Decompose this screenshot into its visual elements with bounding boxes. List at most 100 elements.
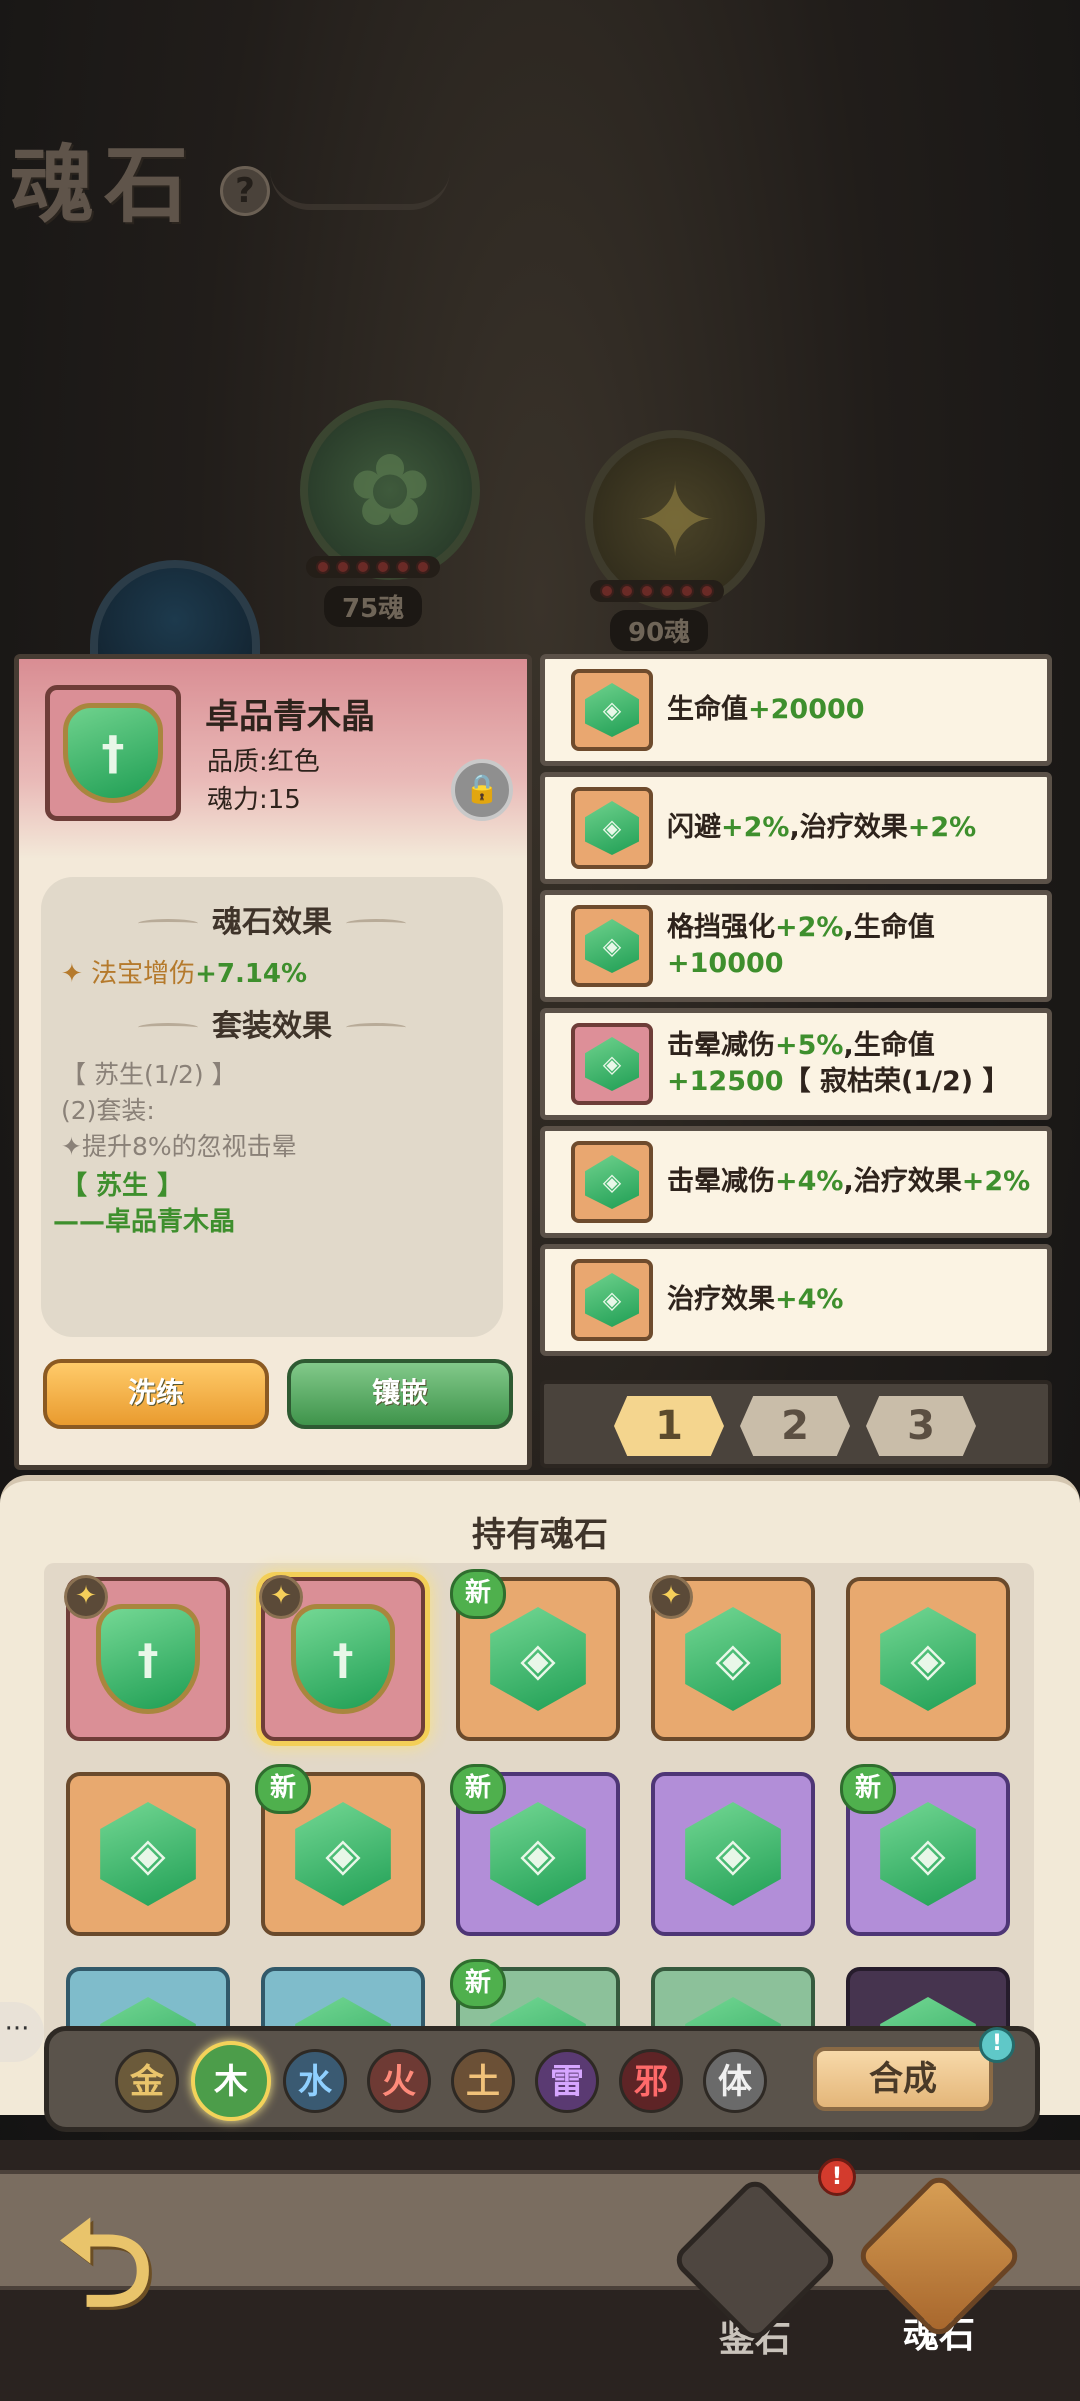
soul-dot — [700, 584, 714, 598]
stat-gem-icon: ◈ — [571, 1141, 653, 1223]
green-gem-icon: ◈ — [295, 1802, 391, 1906]
stat-part: ,治疗效果 — [843, 1166, 962, 1197]
inventory-slot[interactable]: ◈新 — [450, 1569, 620, 1741]
element-filter-2[interactable]: 水 — [283, 2049, 347, 2113]
inventory-panel: 持有魂石 †✦†✦◈新◈✦◈◈◈新◈新◈◈新◈◈◈新◈◈ — [0, 1475, 1080, 2115]
stat-part: +2% — [961, 1166, 1031, 1197]
inventory-title: 持有魂石 — [472, 1515, 608, 1555]
element-filter-0[interactable]: 金 — [115, 2049, 179, 2113]
green-gem-icon: ◈ — [490, 1802, 586, 1906]
inventory-slot[interactable]: † ✦ — [64, 1575, 230, 1741]
soulstone-power: 魂力:15 — [207, 785, 301, 815]
stat-part: +4% — [775, 1284, 844, 1315]
stat-text: 生命值+20000 — [667, 659, 1037, 761]
stat-part: +5% — [775, 1030, 844, 1061]
stat-text: 格挡强化+2%,生命值 +10000 — [667, 895, 1037, 997]
refine-button[interactable]: 洗练 — [43, 1359, 269, 1429]
inventory-slot[interactable]: ◈新 — [255, 1764, 425, 1936]
page-button-2[interactable]: 2 — [740, 1396, 850, 1456]
inlay-button[interactable]: 镶嵌 — [287, 1359, 513, 1429]
soul-dot — [660, 584, 674, 598]
lock-icon[interactable]: 🔒 — [451, 759, 513, 821]
nav-alert-badge: ! — [818, 2158, 856, 2196]
green-gem-icon: ◈ — [585, 1037, 639, 1091]
set-name-green: 【 苏生 】 — [61, 1171, 184, 1201]
element-filter-4[interactable]: 土 — [451, 2049, 515, 2113]
green-gem-icon: ◈ — [490, 1607, 586, 1711]
set-desc-line: ✦提升8%的忽视击晕 — [61, 1132, 297, 1161]
green-gem-icon: ◈ — [585, 1273, 639, 1327]
element-filter-1[interactable]: 木 — [191, 2041, 271, 2121]
new-badge: 新 — [450, 1569, 506, 1619]
stat-part: +4% — [775, 1166, 844, 1197]
inventory-slot[interactable]: ◈新 — [450, 1764, 620, 1936]
green-gem-icon: ◈ — [585, 1155, 639, 1209]
decorative-swirl — [270, 170, 450, 210]
stat-part: 治疗效果 — [667, 1284, 775, 1315]
stat-card: ◈ 击晕减伤+4%,治疗效果+2% — [540, 1126, 1052, 1238]
soul-dot — [416, 560, 430, 574]
page-button-1[interactable]: 1 — [614, 1396, 724, 1456]
stat-part: +10000 — [667, 948, 784, 979]
inventory-slot[interactable]: ◈ — [66, 1772, 230, 1936]
green-gem-icon: ◈ — [685, 1802, 781, 1906]
element-filter-6[interactable]: 邪 — [619, 2049, 683, 2113]
stat-part: +2% — [775, 912, 844, 943]
stat-gem-icon: ◈ — [571, 1023, 653, 1105]
effect-name: 法宝增伤 — [91, 959, 196, 989]
element-filter-7[interactable]: 体 — [703, 2049, 767, 2113]
new-badge: 新 — [450, 1764, 506, 1814]
stat-part: +2% — [721, 812, 790, 843]
stat-text: 闪避+2%,治疗效果+2% — [667, 777, 1037, 879]
effect-line: ✦ 法宝增伤+7.14% — [61, 959, 308, 989]
soul-dot — [640, 584, 654, 598]
set-title: 套装效果 — [41, 1001, 503, 1045]
stat-part: 击晕减伤 — [667, 1166, 775, 1197]
new-badge: 新 — [450, 1959, 506, 2009]
sword-shield-gem-icon: † — [96, 1604, 200, 1714]
stat-part: 击晕减伤 — [667, 1030, 775, 1061]
nav-soulstone[interactable]: 魂石 — [854, 2171, 1024, 2358]
green-gem-icon: ◈ — [685, 1607, 781, 1711]
element-filter-5[interactable]: 雷 — [535, 2049, 599, 2113]
stat-gem-icon: ◈ — [571, 669, 653, 751]
inventory-slot[interactable]: ◈ — [651, 1772, 815, 1936]
new-badge: 新 — [255, 1764, 311, 1814]
inventory-slot[interactable]: † ✦ — [259, 1575, 425, 1741]
back-arrow-icon[interactable]: ⮌ — [30, 2190, 180, 2340]
set-name: 【 苏生(1/2) 】 — [61, 1060, 237, 1089]
synthesize-button[interactable]: 合成 — [813, 2047, 993, 2111]
star-badge-icon: ✦ — [259, 1575, 303, 1619]
green-gem-icon: ◈ — [585, 683, 639, 737]
inventory-slot[interactable]: ◈新 — [840, 1764, 1010, 1936]
set-member: ——卓品青木晶 — [53, 1207, 236, 1237]
help-icon[interactable]: ? — [220, 166, 270, 216]
nav-appraise-stone[interactable]: 鉴石 — [670, 2175, 840, 2362]
synthesize-alert-badge: ! — [979, 2027, 1015, 2063]
inventory-slot[interactable]: ◈ — [846, 1577, 1010, 1741]
inventory-slot[interactable]: ◈ ✦ — [649, 1575, 815, 1741]
soulstone-name: 卓品青木晶 — [205, 697, 375, 737]
sword-shield-icon: † — [63, 703, 163, 803]
soulstone-quality: 品质:红色 — [207, 747, 320, 777]
effect-title: 魂石效果 — [41, 897, 503, 941]
stat-part: ,生命值 — [843, 912, 935, 943]
inventory-grid[interactable]: †✦†✦◈新◈✦◈◈◈新◈新◈◈新◈◈◈新◈◈ — [44, 1563, 1034, 2115]
stat-part: ,生命值 — [843, 1030, 935, 1061]
element-filter-bar: 合成 ! 金木水火土雷邪体 — [44, 2026, 1040, 2132]
green-gem-icon: ◈ — [585, 801, 639, 855]
green-gem-icon: ◈ — [880, 1802, 976, 1906]
stat-part: 格挡强化 — [667, 912, 775, 943]
stat-gem-icon: ◈ — [571, 1259, 653, 1341]
soul-dot — [396, 560, 410, 574]
set-desc: 提升8%的忽视击晕 — [81, 1132, 297, 1161]
star-crystal-icon: ✦ — [633, 461, 717, 579]
soul-dot — [620, 584, 634, 598]
soul-dot — [316, 560, 330, 574]
element-filter-3[interactable]: 火 — [367, 2049, 431, 2113]
stat-part: 生命值 — [667, 694, 748, 725]
star-badge-icon: ✦ — [649, 1575, 693, 1619]
page-button-3[interactable]: 3 — [866, 1396, 976, 1456]
stat-gem-icon: ◈ — [571, 905, 653, 987]
sword-shield-gem-icon: † — [291, 1604, 395, 1714]
